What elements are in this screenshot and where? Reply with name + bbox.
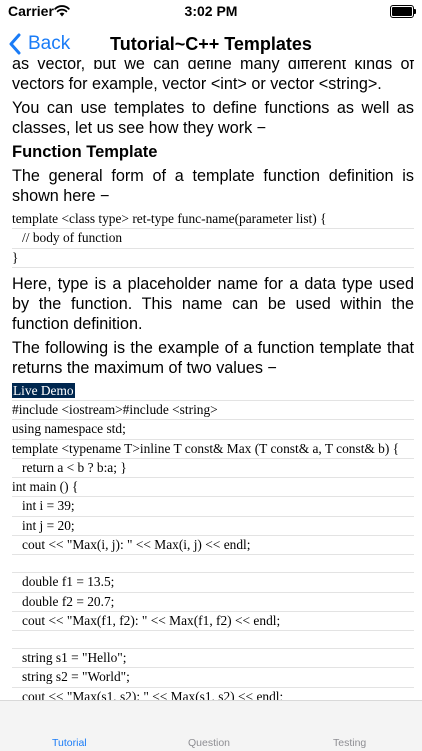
code-line: string s2 = "World"; xyxy=(12,668,414,688)
code-line: using namespace std; xyxy=(12,420,414,440)
code-line: } xyxy=(12,249,414,268)
code-block-general-form: template <class type> ret-type func-name… xyxy=(12,210,414,268)
code-line: template <class type> ret-type func-name… xyxy=(12,210,414,230)
navigation-bar: Back Tutorial~C++ Templates xyxy=(0,24,422,64)
paragraph-vector-kinds: as vector, but we can define many differ… xyxy=(12,60,414,93)
paragraph-type-placeholder: Here, type is a placeholder name for a d… xyxy=(12,274,414,333)
code-line: return a < b ? b:a; } xyxy=(12,459,414,479)
page-title: Tutorial~C++ Templates xyxy=(110,34,312,54)
tutorial-content[interactable]: as vector, but we can define many differ… xyxy=(0,60,422,700)
paragraph-general-form: The general form of a template function … xyxy=(12,167,414,205)
status-time: 3:02 PM xyxy=(184,3,238,19)
paragraph-example-intro: The following is the example of a functi… xyxy=(12,338,414,377)
code-line-blank xyxy=(12,555,414,574)
code-line: cout << "Max(f1, f2): " << Max(f1, f2) <… xyxy=(12,612,414,632)
code-block-example: Live Demo #include <iostream>#include <s… xyxy=(12,382,414,700)
live-demo-link[interactable]: Live Demo xyxy=(12,382,75,398)
code-line: double f1 = 13.5; xyxy=(12,573,414,593)
paragraph-templates-intro: You can use templates to define function… xyxy=(12,99,414,137)
section-heading-function-template: Function Template xyxy=(12,143,158,161)
code-line: int main () { xyxy=(12,478,414,498)
tab-question[interactable]: Question xyxy=(188,737,230,749)
code-line: template <typename T>inline T const& Max… xyxy=(12,440,414,459)
code-line: #include <iostream>#include <string> xyxy=(12,401,414,421)
battery-icon xyxy=(390,5,416,18)
code-line: cout << "Max(s1, s2): " << Max(s1, s2) <… xyxy=(12,688,414,700)
tab-bar: Tutorial Question Testing xyxy=(0,700,422,751)
code-line: int i = 39; xyxy=(12,497,414,517)
status-bar: Carrier 3:02 PM xyxy=(0,0,422,24)
live-demo-row: Live Demo xyxy=(12,382,414,402)
tab-tutorial[interactable]: Tutorial xyxy=(52,737,87,749)
code-line: cout << "Max(i, j): " << Max(i, j) << en… xyxy=(12,536,414,556)
code-line-blank xyxy=(12,631,414,650)
code-line: string s1 = "Hello"; xyxy=(12,649,414,669)
tab-testing[interactable]: Testing xyxy=(333,737,366,749)
code-line: double f2 = 20.7; xyxy=(12,593,414,612)
code-line: int j = 20; xyxy=(12,517,414,536)
code-line: // body of function xyxy=(12,229,414,249)
